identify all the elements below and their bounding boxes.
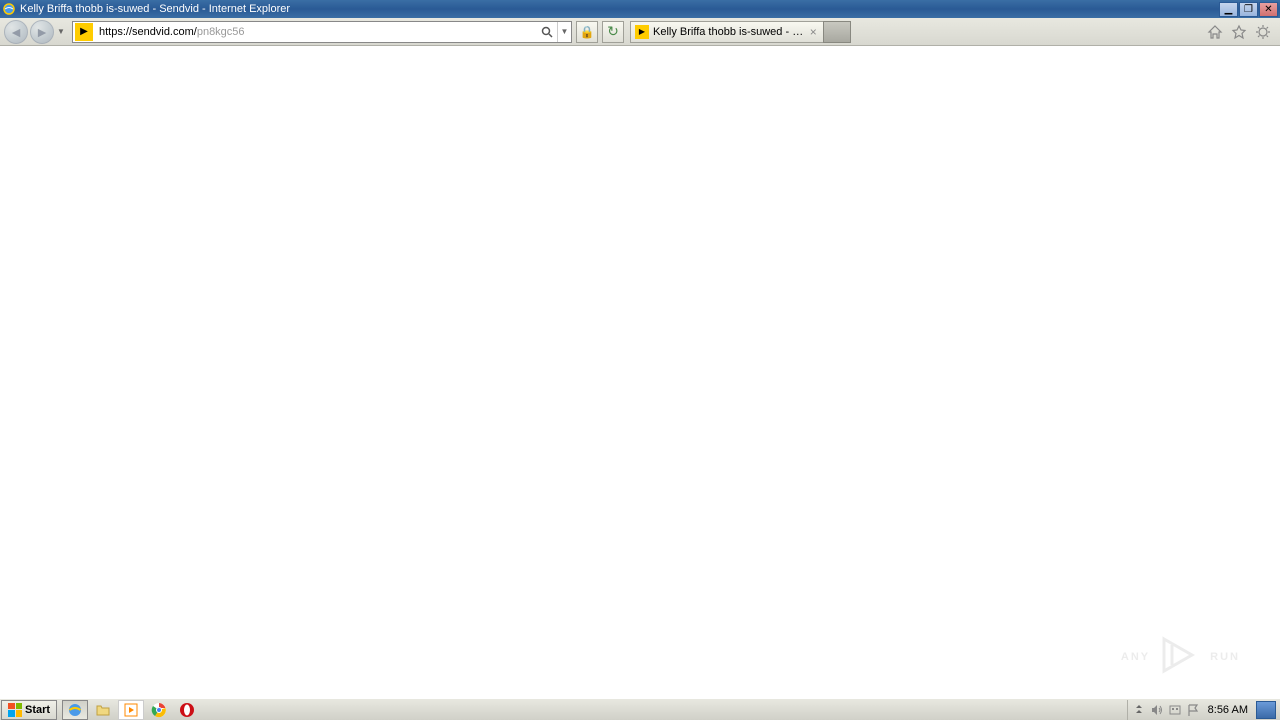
- address-bar[interactable]: ▶ https://sendvid.com/pn8kgc56 ▼: [72, 21, 572, 43]
- lock-icon: 🔒: [580, 25, 595, 39]
- taskbar-item-media[interactable]: [118, 700, 144, 720]
- forward-button[interactable]: ►: [30, 20, 54, 44]
- security-lock-button[interactable]: 🔒: [576, 21, 598, 43]
- volume-icon[interactable]: [1150, 703, 1164, 717]
- maximize-button[interactable]: ❐: [1239, 2, 1258, 17]
- window-title: Kelly Briffa thobb is-suwed - Sendvid - …: [20, 3, 1219, 15]
- refresh-button[interactable]: ↻: [602, 21, 624, 43]
- ie-icon: [2, 2, 16, 16]
- nav-history-dropdown[interactable]: ▼: [56, 22, 66, 42]
- tray-app-icon[interactable]: [1168, 703, 1182, 717]
- taskbar-item-opera[interactable]: [174, 700, 200, 720]
- address-text[interactable]: https://sendvid.com/pn8kgc56: [95, 24, 537, 40]
- window-titlebar: Kelly Briffa thobb is-suwed - Sendvid - …: [0, 0, 1280, 18]
- search-icon[interactable]: [537, 22, 557, 42]
- new-tab-button[interactable]: [823, 21, 851, 43]
- url-path: pn8kgc56: [197, 26, 245, 38]
- browser-toolbar: ◄ ► ▼ ▶ https://sendvid.com/pn8kgc56 ▼ 🔒…: [0, 18, 1280, 46]
- tools-icon[interactable]: [1254, 23, 1272, 41]
- home-icon[interactable]: [1206, 23, 1224, 41]
- watermark-play-icon: [1158, 633, 1202, 680]
- address-dropdown[interactable]: ▼: [557, 22, 571, 42]
- back-button[interactable]: ◄: [4, 20, 28, 44]
- page-content: [0, 46, 1280, 698]
- tab-current[interactable]: ▶ Kelly Briffa thobb is-suwed - … ×: [630, 21, 824, 43]
- tab-label: Kelly Briffa thobb is-suwed - …: [653, 26, 803, 38]
- watermark-left: ANY: [1121, 651, 1150, 663]
- system-tray: 8:56 AM: [1127, 700, 1280, 720]
- clock[interactable]: 8:56 AM: [1204, 704, 1252, 716]
- taskbar-item-ie[interactable]: [62, 700, 88, 720]
- taskbar-item-explorer[interactable]: [90, 700, 116, 720]
- site-favicon-icon: ▶: [75, 23, 93, 41]
- taskbar: Start 8:56 AM: [0, 698, 1280, 720]
- start-button[interactable]: Start: [1, 700, 57, 720]
- tab-favicon-icon: ▶: [635, 25, 649, 39]
- favorites-icon[interactable]: [1230, 23, 1248, 41]
- taskbar-item-chrome[interactable]: [146, 700, 172, 720]
- windows-flag-icon: [8, 703, 22, 717]
- start-label: Start: [25, 704, 50, 716]
- close-button[interactable]: ✕: [1259, 2, 1278, 17]
- flag-icon[interactable]: [1186, 703, 1200, 717]
- minimize-button[interactable]: ▁: [1219, 2, 1238, 17]
- watermark-right: RUN: [1210, 651, 1240, 663]
- watermark: ANY RUN: [1121, 633, 1240, 680]
- url-host: https://sendvid.com/: [99, 26, 197, 38]
- tab-close-icon[interactable]: ×: [807, 26, 819, 38]
- tray-expand-icon[interactable]: [1132, 703, 1146, 717]
- show-desktop-button[interactable]: [1256, 701, 1276, 719]
